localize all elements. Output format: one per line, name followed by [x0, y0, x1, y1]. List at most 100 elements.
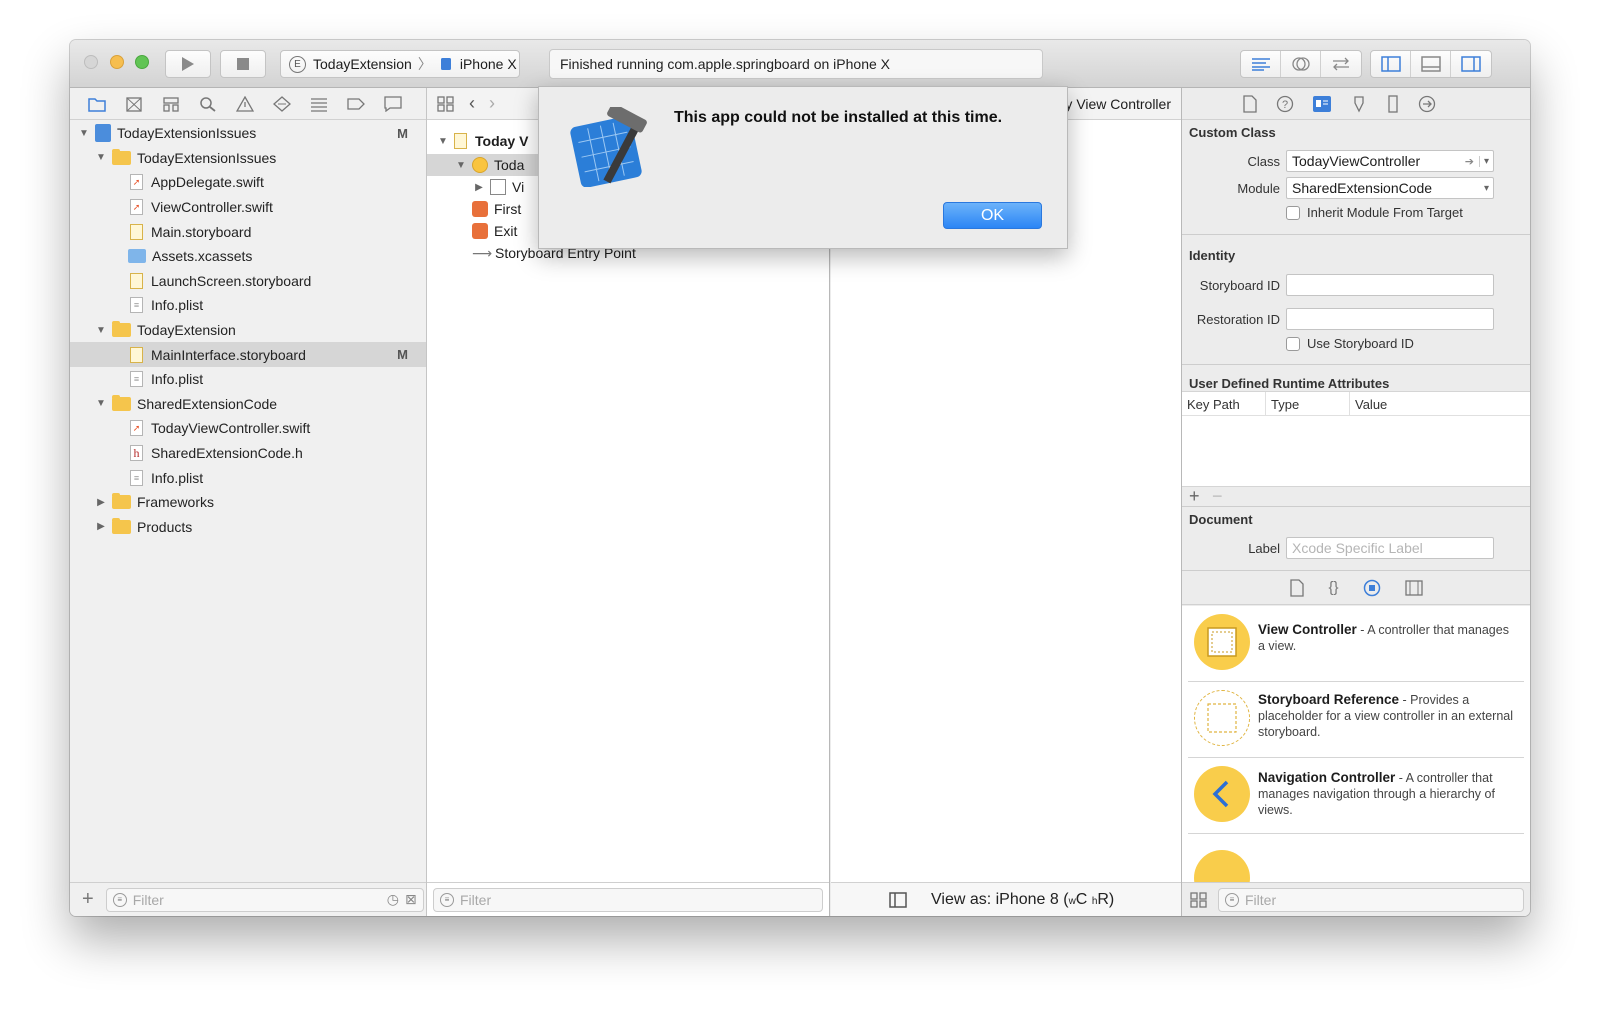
warning-icon[interactable] [236, 95, 254, 112]
storyboard-id-label: Storyboard ID [1199, 278, 1280, 293]
library-filter-input[interactable]: ≡ Filter [1218, 887, 1524, 912]
media-library-icon[interactable] [1404, 579, 1423, 597]
tree-row-group[interactable]: ▶ Frameworks [70, 490, 426, 515]
use-storyboard-id-checkbox[interactable] [1286, 337, 1300, 351]
tree-row-group[interactable]: ▶ Products [70, 515, 426, 540]
asset-catalog-icon [128, 249, 146, 264]
column-header[interactable]: Type [1266, 392, 1350, 415]
minimize-window-button[interactable] [110, 55, 124, 69]
library-item[interactable]: Storyboard Reference - Provides a placeh… [1188, 682, 1524, 758]
outline-filter-input[interactable]: ≡ Filter [433, 887, 823, 912]
library-item[interactable]: View Controller - A controller that mana… [1188, 606, 1524, 682]
forward-arrow-icon[interactable]: › [489, 93, 495, 114]
identity-inspector-icon[interactable] [1312, 95, 1332, 113]
stop-button[interactable] [220, 50, 266, 78]
source-control-icon[interactable] [125, 96, 143, 112]
disclosure-open-icon[interactable]: ▼ [455, 160, 467, 171]
toggle-navigator-button[interactable] [1371, 51, 1411, 77]
go-to-class-icon[interactable]: ➔ [1465, 155, 1474, 168]
source-control-filter-icon[interactable]: ⊠ [405, 891, 417, 908]
tree-row-file[interactable]: ≡ Info.plist [70, 367, 426, 392]
disclosure-closed-icon[interactable]: ▶ [473, 182, 485, 193]
device-name[interactable]: iPhone X [460, 56, 517, 72]
size-inspector-icon[interactable] [1386, 94, 1400, 113]
navigator-filter-input[interactable]: ≡ Filter ◷ ⊠ [105, 887, 424, 912]
assistant-editor-button[interactable] [1281, 51, 1321, 77]
help-icon[interactable]: ? [1276, 95, 1294, 113]
file-inspector-icon[interactable] [1242, 94, 1258, 113]
search-icon[interactable] [199, 96, 217, 112]
inherit-module-checkbox[interactable] [1286, 206, 1300, 220]
tree-row-group[interactable]: ▼ TodayExtension [70, 318, 426, 343]
restoration-id-input[interactable] [1286, 308, 1494, 330]
standard-editor-button[interactable] [1241, 51, 1281, 77]
chevron-down-icon[interactable]: ▾ [1480, 183, 1493, 194]
code-snippet-icon[interactable]: {} [1328, 579, 1338, 596]
object-library-list[interactable]: View Controller - A controller that mana… [1182, 606, 1530, 882]
disclosure-open-icon[interactable]: ▼ [78, 128, 90, 139]
column-header[interactable]: Value [1350, 392, 1387, 415]
breakpoint-icon[interactable] [347, 96, 365, 112]
disclosure-open-icon[interactable]: ▼ [437, 136, 449, 147]
test-diamond-icon[interactable] [273, 95, 291, 112]
toggle-debug-area-button[interactable] [1411, 51, 1451, 77]
library-item-text: View Controller - A controller that mana… [1258, 622, 1509, 653]
folder-icon[interactable] [88, 96, 106, 112]
add-icon[interactable]: + [82, 888, 94, 911]
scheme-selector[interactable]: E TodayExtension 〉 iPhone X [280, 50, 520, 78]
tree-row-file-selected[interactable]: MainInterface.storyboard M [70, 342, 426, 367]
debug-list-icon[interactable] [310, 96, 328, 112]
identity-inspector: ? Custom Class Class TodayViewController… [1181, 88, 1530, 916]
connections-inspector-icon[interactable] [1418, 95, 1436, 113]
toggle-inspector-button[interactable] [1451, 51, 1491, 77]
tree-row-project[interactable]: ▼ TodayExtensionIssues M [70, 121, 426, 146]
tree-row-file[interactable]: ➚ TodayViewController.swift [70, 416, 426, 441]
tree-row-file[interactable]: ≡ Info.plist [70, 293, 426, 318]
tree-row-group[interactable]: ▼ TodayExtensionIssues [70, 146, 426, 171]
disclosure-closed-icon[interactable]: ▶ [95, 497, 107, 508]
tree-row-file[interactable]: LaunchScreen.storyboard [70, 269, 426, 294]
disclosure-open-icon[interactable]: ▼ [95, 325, 107, 336]
chevron-down-icon[interactable]: ▾ [1478, 155, 1493, 167]
column-header[interactable]: Key Path [1182, 392, 1266, 415]
add-attribute-icon[interactable]: + [1189, 486, 1200, 507]
document-outline-toggle-icon[interactable] [889, 892, 907, 908]
align-lines-icon [1251, 58, 1270, 71]
related-items-icon[interactable] [437, 95, 455, 112]
remove-attribute-icon[interactable]: − [1212, 486, 1223, 507]
object-library-icon[interactable] [1363, 579, 1381, 597]
zoom-window-button[interactable] [135, 55, 149, 69]
library-item-text: Storyboard Reference - Provides a placeh… [1258, 692, 1513, 739]
tree-row-file[interactable]: h SharedExtensionCode.h [70, 441, 426, 466]
file-template-icon[interactable] [1290, 578, 1305, 597]
runtime-attributes-table[interactable]: Key Path Type Value [1182, 391, 1530, 487]
tree-row-file[interactable]: Main.storyboard [70, 219, 426, 244]
tree-row-file[interactable]: ➚ ViewController.swift [70, 195, 426, 220]
class-field[interactable]: TodayViewController ➔ ▾ [1286, 150, 1494, 172]
tree-row-file[interactable]: ≡ Info.plist [70, 465, 426, 490]
breadcrumb-tail[interactable]: day View Controller [1050, 96, 1171, 112]
tree-row-file[interactable]: ➚ AppDelegate.swift [70, 170, 426, 195]
report-icon[interactable] [384, 95, 402, 112]
library-item[interactable]: Navigation Controller - A controller tha… [1188, 758, 1524, 834]
scheme-name[interactable]: TodayExtension [313, 56, 412, 72]
back-arrow-icon[interactable]: ‹ [469, 93, 475, 114]
disclosure-open-icon[interactable]: ▼ [95, 398, 107, 409]
ok-button[interactable]: OK [943, 202, 1042, 229]
tree-row-group[interactable]: ▼ SharedExtensionCode [70, 392, 426, 417]
disclosure-open-icon[interactable]: ▼ [95, 152, 107, 163]
symbol-navigator-icon[interactable] [162, 96, 180, 112]
close-window-button[interactable] [84, 55, 98, 69]
view-as-device[interactable]: View as: iPhone 8 (wC hR) [931, 891, 1114, 909]
doc-label-input[interactable]: Xcode Specific Label [1286, 537, 1494, 559]
run-button[interactable] [165, 50, 211, 78]
tree-label: TodayExtensionIssues [117, 125, 257, 142]
recent-files-icon[interactable]: ◷ [387, 891, 399, 908]
version-editor-button[interactable] [1321, 51, 1361, 77]
tree-row-file[interactable]: Assets.xcassets [70, 244, 426, 269]
module-field[interactable]: SharedExtensionCode ▾ [1286, 177, 1494, 199]
storyboard-id-input[interactable] [1286, 274, 1494, 296]
disclosure-closed-icon[interactable]: ▶ [95, 521, 107, 532]
grid-view-icon[interactable] [1190, 891, 1208, 908]
attributes-inspector-icon[interactable] [1350, 95, 1368, 113]
